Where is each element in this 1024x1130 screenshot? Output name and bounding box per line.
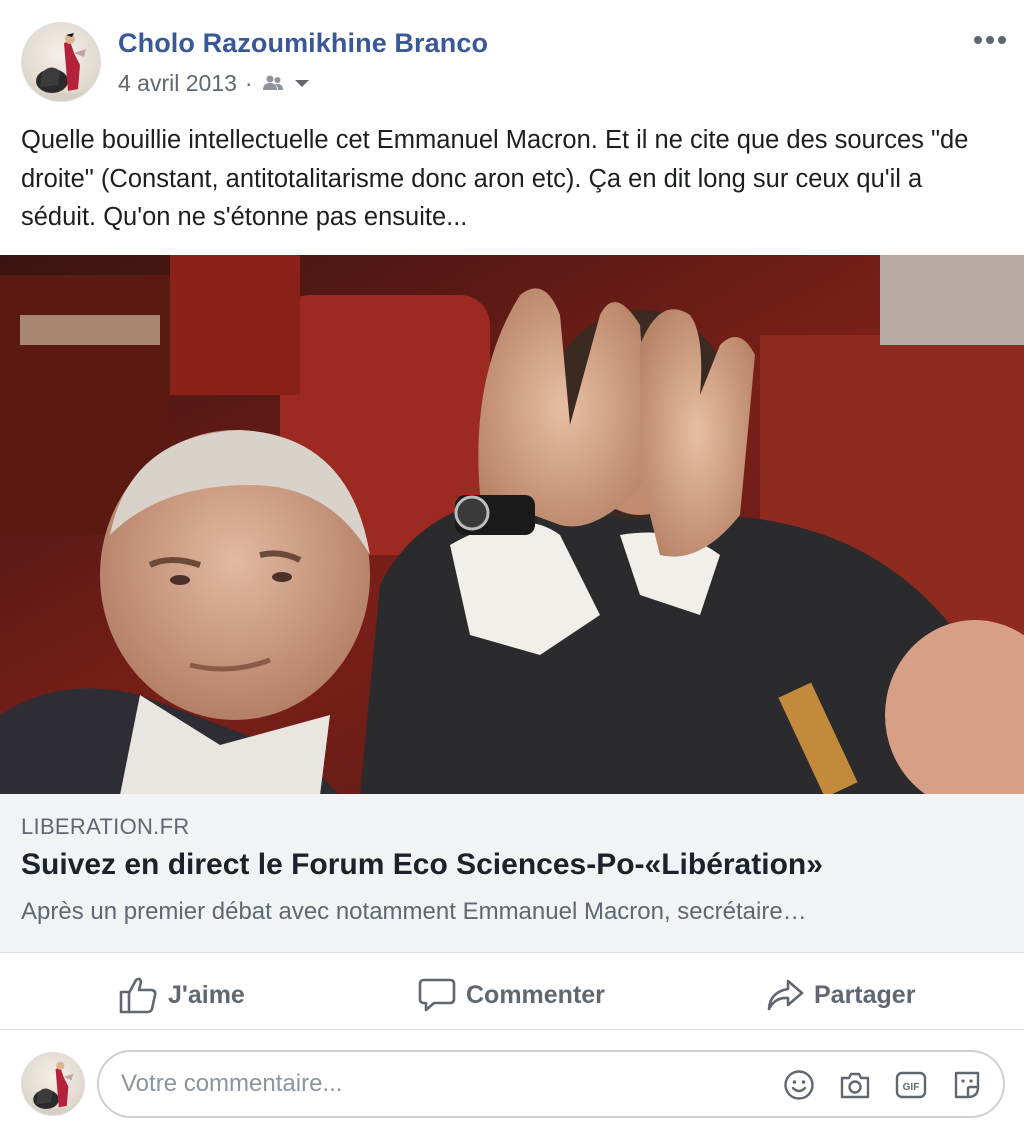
post-text: Quelle bouillie intellectuelle cet Emman… [21,126,969,231]
link-description: Après un premier débat avec notamment Em… [21,898,807,925]
svg-text:GIF: GIF [903,1082,920,1093]
comment-button[interactable]: Commenter [418,960,605,1030]
friends-icon[interactable] [261,74,285,92]
post-actions: J'aime Commenter Partager [0,960,1024,1030]
author-avatar[interactable] [21,22,101,102]
meta-separator: · [244,69,253,96]
comment-input[interactable] [121,1064,761,1104]
speech-bubble-icon [418,977,456,1013]
post-date[interactable]: 4 avril 2013 [118,70,237,97]
share-arrow-icon [766,978,804,1012]
camera-icon[interactable] [839,1069,871,1101]
photo-illustration [0,255,1024,794]
comment-composer: GIF [97,1050,1005,1118]
thumbs-up-icon [118,976,158,1014]
commenter-avatar[interactable] [21,1052,85,1116]
avatar-image [32,33,92,101]
post-meta: 4 avril 2013 · [118,70,311,96]
share-label: Partager [814,980,916,1009]
ellipsis-icon [974,36,1006,44]
sticker-icon[interactable] [951,1069,983,1101]
comment-label: Commenter [466,980,605,1009]
link-domain: LIBERATION.FR [21,814,190,839]
gif-icon[interactable]: GIF [895,1069,927,1101]
link-preview-caption[interactable]: LIBERATION.FR Suivez en direct le Forum … [0,794,1024,953]
like-label: J'aime [168,980,245,1009]
feed-post: Cholo Razoumikhine Branco 4 avril 2013 · [0,0,1024,1130]
share-button[interactable]: Partager [766,960,915,1030]
emoji-icon[interactable] [783,1069,815,1101]
link-preview-image[interactable] [0,255,1024,794]
like-button[interactable]: J'aime [118,960,245,1030]
link-title[interactable]: Suivez en direct le Forum Eco Sciences-P… [21,848,1006,882]
author-name[interactable]: Cholo Razoumikhine Branco [118,28,488,59]
avatar-image [30,1061,78,1115]
post-header: Cholo Razoumikhine Branco 4 avril 2013 · [0,0,1024,112]
more-options-button[interactable] [970,26,1010,54]
chevron-down-icon[interactable] [293,77,311,89]
